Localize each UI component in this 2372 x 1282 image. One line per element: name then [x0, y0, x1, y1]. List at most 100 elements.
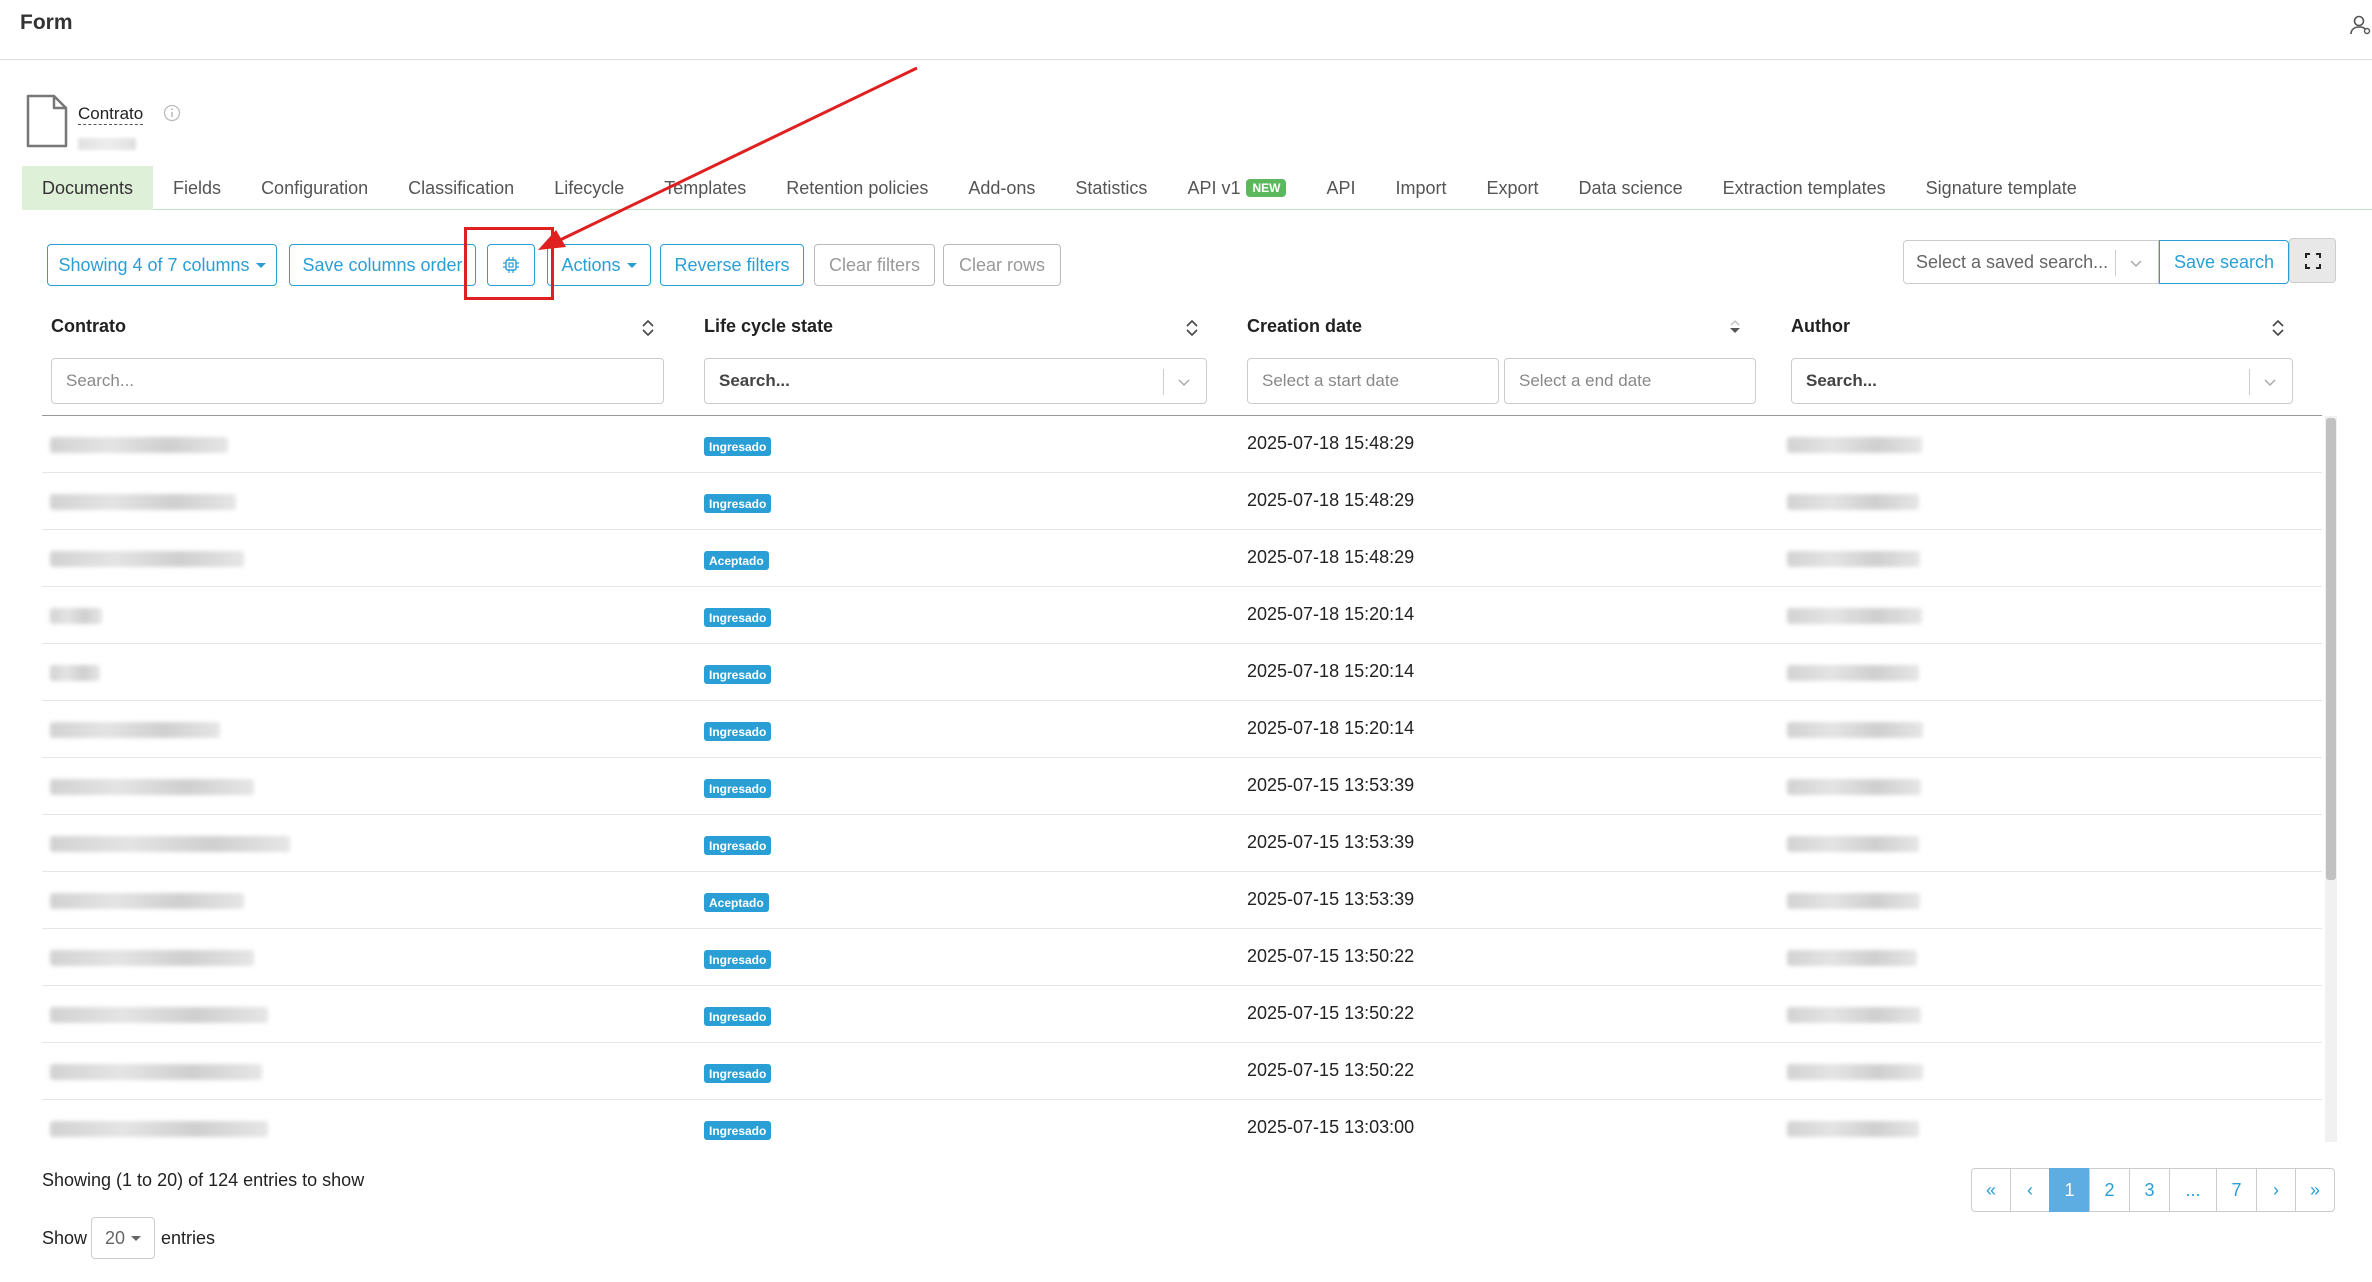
status-badge: Aceptado	[704, 551, 769, 570]
tab-label: Configuration	[261, 177, 369, 198]
columns-dropdown-label: Showing 4 of 7 columns	[58, 254, 250, 275]
tab-classification[interactable]: Classification	[388, 166, 534, 210]
table-row[interactable]: Ingresado 2025-07-18 15:20:14	[42, 587, 2322, 644]
tab-signature-template[interactable]: Signature template	[1906, 166, 2097, 210]
table-row[interactable]: Aceptado 2025-07-18 15:48:29	[42, 530, 2322, 587]
table-row[interactable]: Ingresado 2025-07-18 15:48:29	[42, 473, 2322, 530]
tab-label: Export	[1486, 177, 1539, 198]
table-row[interactable]: Ingresado 2025-07-15 13:50:22	[42, 929, 2322, 986]
tab-lifecycle[interactable]: Lifecycle	[534, 166, 644, 210]
column-header-creation-date[interactable]: Creation date	[1247, 316, 1362, 337]
lifecycle-search-select[interactable]: Search...	[704, 358, 1207, 404]
table-row[interactable]: Ingresado 2025-07-15 13:53:39	[42, 758, 2322, 815]
table-row[interactable]: Aceptado 2025-07-15 13:53:39	[42, 872, 2322, 929]
sort-descending-icon[interactable]	[1728, 318, 1742, 338]
document-icon	[26, 94, 68, 148]
table-row[interactable]: Ingresado 2025-07-18 15:48:29	[42, 416, 2322, 473]
columns-dropdown-button[interactable]: Showing 4 of 7 columns	[47, 244, 277, 286]
next-page-button[interactable]: ›	[2256, 1168, 2296, 1212]
table-scrollbar-thumb[interactable]	[2326, 418, 2336, 880]
page-size-select[interactable]: 20	[91, 1217, 155, 1259]
creation-date-cell: 2025-07-15 13:50:22	[1247, 1060, 1415, 1080]
tab-add-ons[interactable]: Add-ons	[948, 166, 1055, 210]
contrato-cell-redacted	[50, 950, 254, 966]
contrato-cell-redacted	[50, 893, 244, 909]
reverse-filters-button[interactable]: Reverse filters	[660, 244, 804, 286]
tab-label: Templates	[664, 177, 747, 198]
entries-label: entries	[161, 1228, 216, 1248]
tab-bar: Documents Fields Configuration Classific…	[22, 166, 2372, 210]
tab-label: Add-ons	[968, 177, 1036, 198]
status-badge: Ingresado	[704, 950, 772, 969]
creation-date-cell: 2025-07-15 13:03:00	[1247, 1117, 1415, 1137]
sort-icon[interactable]	[2271, 318, 2285, 338]
last-page-button[interactable]: »	[2295, 1168, 2335, 1212]
author-cell-redacted	[1787, 1007, 1921, 1023]
first-page-button[interactable]: «	[1971, 1168, 2011, 1212]
page-2-button[interactable]: 2	[2089, 1168, 2130, 1212]
sort-icon[interactable]	[641, 318, 655, 338]
creation-date-cell: 2025-07-15 13:53:39	[1247, 832, 1415, 852]
tab-documents[interactable]: Documents	[22, 166, 154, 210]
author-cell-redacted	[1787, 608, 1922, 624]
tab-api-v1[interactable]: API v1 NEW	[1167, 166, 1306, 210]
sort-icon[interactable]	[1185, 318, 1199, 338]
status-badge: Ingresado	[704, 722, 772, 741]
status-badge: Ingresado	[704, 1121, 772, 1140]
clear-filters-button[interactable]: Clear filters	[814, 244, 935, 286]
tab-import[interactable]: Import	[1375, 166, 1466, 210]
end-date-input[interactable]: Select a end date	[1504, 358, 1756, 404]
contrato-cell-redacted	[50, 608, 102, 624]
creation-date-cell: 2025-07-18 15:48:29	[1247, 433, 1415, 453]
tab-export[interactable]: Export	[1467, 166, 1559, 210]
tab-data-science[interactable]: Data science	[1559, 166, 1703, 210]
fullscreen-button[interactable]	[2289, 238, 2336, 283]
table-row[interactable]: Ingresado 2025-07-18 15:20:14	[42, 644, 2322, 701]
tab-retention-policies[interactable]: Retention policies	[766, 166, 948, 210]
creation-date-cell: 2025-07-15 13:53:39	[1247, 889, 1415, 909]
author-cell-redacted	[1787, 1121, 1919, 1137]
clear-rows-button[interactable]: Clear rows	[943, 244, 1061, 286]
tab-extraction-templates[interactable]: Extraction templates	[1703, 166, 1906, 210]
tab-api[interactable]: API	[1306, 166, 1375, 210]
page-3-button[interactable]: 3	[2129, 1168, 2170, 1212]
table-row[interactable]: Ingresado 2025-07-15 13:53:39	[42, 815, 2322, 872]
previous-page-button[interactable]: ‹	[2010, 1168, 2050, 1212]
page-1-button[interactable]: 1	[2049, 1168, 2090, 1212]
status-badge: Ingresado	[704, 494, 772, 513]
contrato-cell-redacted	[50, 1064, 262, 1080]
user-settings-icon[interactable]	[2350, 14, 2372, 36]
save-search-button[interactable]: Save search	[2159, 240, 2289, 284]
status-badge: Ingresado	[704, 779, 772, 798]
creation-date-cell: 2025-07-18 15:48:29	[1247, 547, 1415, 567]
tab-label: Documents	[42, 177, 134, 198]
save-columns-order-button[interactable]: Save columns order	[289, 244, 476, 286]
tab-fields[interactable]: Fields	[153, 166, 241, 210]
table-row[interactable]: Ingresado 2025-07-18 15:20:14	[42, 701, 2322, 758]
top-bar: Form	[0, 0, 2372, 60]
contrato-search-input[interactable]: Search...	[51, 358, 664, 404]
info-icon[interactable]	[163, 104, 181, 122]
page-7-button[interactable]: 7	[2216, 1168, 2257, 1212]
tab-configuration[interactable]: Configuration	[241, 166, 388, 210]
column-header-contrato[interactable]: Contrato	[51, 316, 126, 337]
tab-label: API	[1326, 177, 1356, 198]
table-row[interactable]: Ingresado 2025-07-15 13:50:22	[42, 986, 2322, 1043]
column-header-author[interactable]: Author	[1791, 316, 1850, 337]
author-cell-redacted	[1787, 836, 1919, 852]
column-header-lifecycle-state[interactable]: Life cycle state	[704, 316, 833, 337]
select-separator	[2115, 250, 2116, 276]
document-name[interactable]: Contrato	[78, 104, 144, 125]
table-row[interactable]: Ingresado 2025-07-15 13:50:22	[42, 1043, 2322, 1100]
tab-templates[interactable]: Templates	[644, 166, 766, 210]
table-row[interactable]: Ingresado 2025-07-15 13:03:00	[42, 1100, 2322, 1142]
actions-dropdown-button[interactable]: Actions	[547, 244, 651, 286]
start-date-input[interactable]: Select a start date	[1247, 358, 1499, 404]
author-cell-redacted	[1787, 779, 1921, 795]
creation-date-cell: 2025-07-18 15:48:29	[1247, 490, 1415, 510]
author-search-select[interactable]: Search...	[1791, 358, 2293, 404]
saved-search-select[interactable]: Select a saved search...	[1903, 240, 2159, 284]
show-label: Show	[42, 1228, 88, 1248]
select-separator	[2249, 369, 2250, 395]
tab-statistics[interactable]: Statistics	[1055, 166, 1167, 210]
